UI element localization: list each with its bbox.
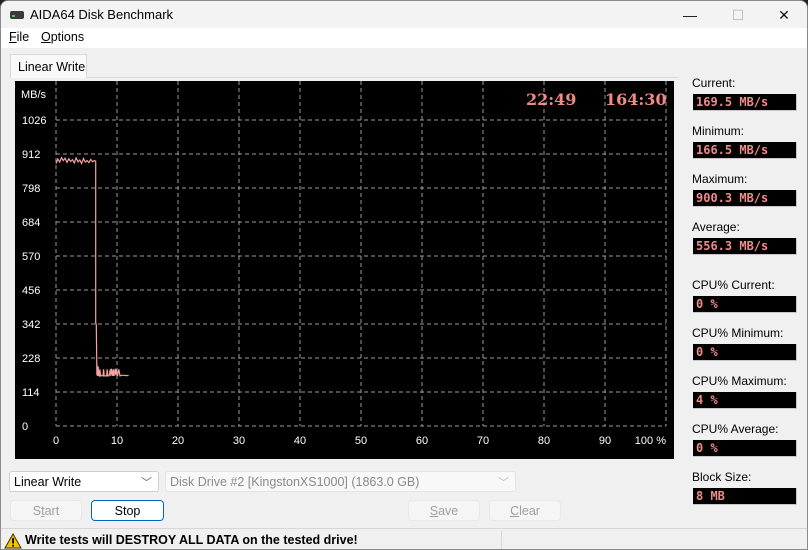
stop-button[interactable]: Stop xyxy=(91,500,164,521)
minimum-value: 166.5 MB/s xyxy=(693,142,797,159)
x-tick-label: 0 xyxy=(53,435,59,447)
cpu-average-label: CPU% Average: xyxy=(692,422,779,436)
menu-file-label: ile xyxy=(16,30,30,44)
minimum-label: Minimum: xyxy=(692,124,745,138)
status-separator xyxy=(501,531,502,549)
x-tick-label: 40 xyxy=(294,435,306,447)
x-tick-label: 10 xyxy=(111,435,123,447)
menu-file[interactable]: File xyxy=(9,30,29,44)
cpu-current-value: 0 % xyxy=(693,296,797,313)
current-label: Current: xyxy=(692,76,736,90)
save-accel: S xyxy=(429,504,439,518)
y-tick-label: 1026 xyxy=(22,115,46,127)
start-label-a: S xyxy=(32,504,42,518)
test-type-value: Linear Write xyxy=(14,475,82,489)
cpu-minimum-value: 0 % xyxy=(693,344,797,361)
y-tick-label: 570 xyxy=(22,251,40,263)
tab-linear-write[interactable]: Linear Write xyxy=(10,54,87,78)
y-tick-label: 912 xyxy=(22,149,40,161)
test-type-select[interactable]: Linear Write ﹀ xyxy=(9,471,159,492)
close-button[interactable]: ✕ xyxy=(761,1,807,29)
cpu-current-label: CPU% Current: xyxy=(692,278,775,292)
warning-icon xyxy=(4,533,22,549)
menu-options-label: ptions xyxy=(50,30,85,44)
start-label-b: art xyxy=(44,504,60,518)
x-tick-label: 60 xyxy=(416,435,428,447)
cpu-maximum-label: CPU% Maximum: xyxy=(692,374,787,388)
y-tick-label: 684 xyxy=(22,217,40,229)
aida64-window: AIDA64 Disk Benchmark — ☐ ✕ File Options… xyxy=(0,0,808,550)
elapsed-timer: 22:49 xyxy=(526,90,577,109)
y-tick-label: 114 xyxy=(22,387,40,399)
menu-options[interactable]: Options xyxy=(41,30,84,44)
y-tick-label: 228 xyxy=(22,353,40,365)
drive-value: Disk Drive #2 [KingstonXS1000] (1863.0 G… xyxy=(170,475,420,489)
x-tick-label: 80 xyxy=(538,435,550,447)
average-label: Average: xyxy=(692,220,740,234)
x-tick-label: 70 xyxy=(477,435,489,447)
menu-file-accel: F xyxy=(9,30,17,44)
drive-select[interactable]: Disk Drive #2 [KingstonXS1000] (1863.0 G… xyxy=(165,471,516,492)
block-size-label: Block Size: xyxy=(692,470,752,484)
maximum-value: 900.3 MB/s xyxy=(693,190,797,207)
warning-message: Write tests will DESTROY ALL DATA on the… xyxy=(25,533,358,547)
maximize-button[interactable]: ☐ xyxy=(715,1,761,29)
save-label: ave xyxy=(438,504,459,518)
menu-bar: File Options xyxy=(1,28,807,48)
title-bar: AIDA64 Disk Benchmark — ☐ ✕ xyxy=(1,1,807,29)
x-tick-label: 50 xyxy=(355,435,367,447)
status-bar: Write tests will DESTROY ALL DATA on the… xyxy=(1,528,807,549)
cpu-maximum-value: 4 % xyxy=(693,392,797,409)
clear-button[interactable]: Clear xyxy=(489,500,561,521)
minimize-button[interactable]: — xyxy=(667,1,713,29)
current-value: 169.5 MB/s xyxy=(693,94,797,111)
clear-accel: C xyxy=(510,504,520,518)
y-tick-label: 456 xyxy=(22,285,40,297)
window-title: AIDA64 Disk Benchmark xyxy=(30,7,174,22)
clear-label: lear xyxy=(519,504,540,518)
x-tick-label: 90 xyxy=(599,435,611,447)
series-line-linear-write xyxy=(55,156,129,378)
total-timer: 164:30 xyxy=(605,90,667,109)
block-size-value: 8 MB xyxy=(693,488,797,505)
x-tick-label: 100 % xyxy=(635,435,666,447)
maximum-label: Maximum: xyxy=(692,172,748,186)
cpu-average-value: 0 % xyxy=(693,440,797,457)
benchmark-chart: MB/s 0 114 228 342 456 570 684 798 912 1026 0 10 20 30… xyxy=(15,81,674,459)
average-value: 556.3 MB/s xyxy=(693,238,797,255)
drive-app-icon xyxy=(10,11,24,19)
y-tick-label: 0 xyxy=(22,421,28,433)
menu-options-accel: O xyxy=(41,30,51,44)
y-axis-label: MB/s xyxy=(21,89,47,101)
x-tick-label: 30 xyxy=(233,435,245,447)
chevron-down-icon: ﹀ xyxy=(498,477,509,489)
save-button[interactable]: Save xyxy=(408,500,480,521)
y-tick-label: 798 xyxy=(22,183,40,195)
chevron-down-icon: ﹀ xyxy=(141,477,152,489)
y-tick-label: 342 xyxy=(22,319,40,331)
start-button[interactable]: Start xyxy=(10,500,82,521)
tab-divider xyxy=(87,77,679,78)
x-tick-label: 20 xyxy=(172,435,184,447)
chart-svg: MB/s 0 114 228 342 456 570 684 798 912 1026 0 10 20 30… xyxy=(21,81,667,447)
cpu-minimum-label: CPU% Minimum: xyxy=(692,326,784,340)
